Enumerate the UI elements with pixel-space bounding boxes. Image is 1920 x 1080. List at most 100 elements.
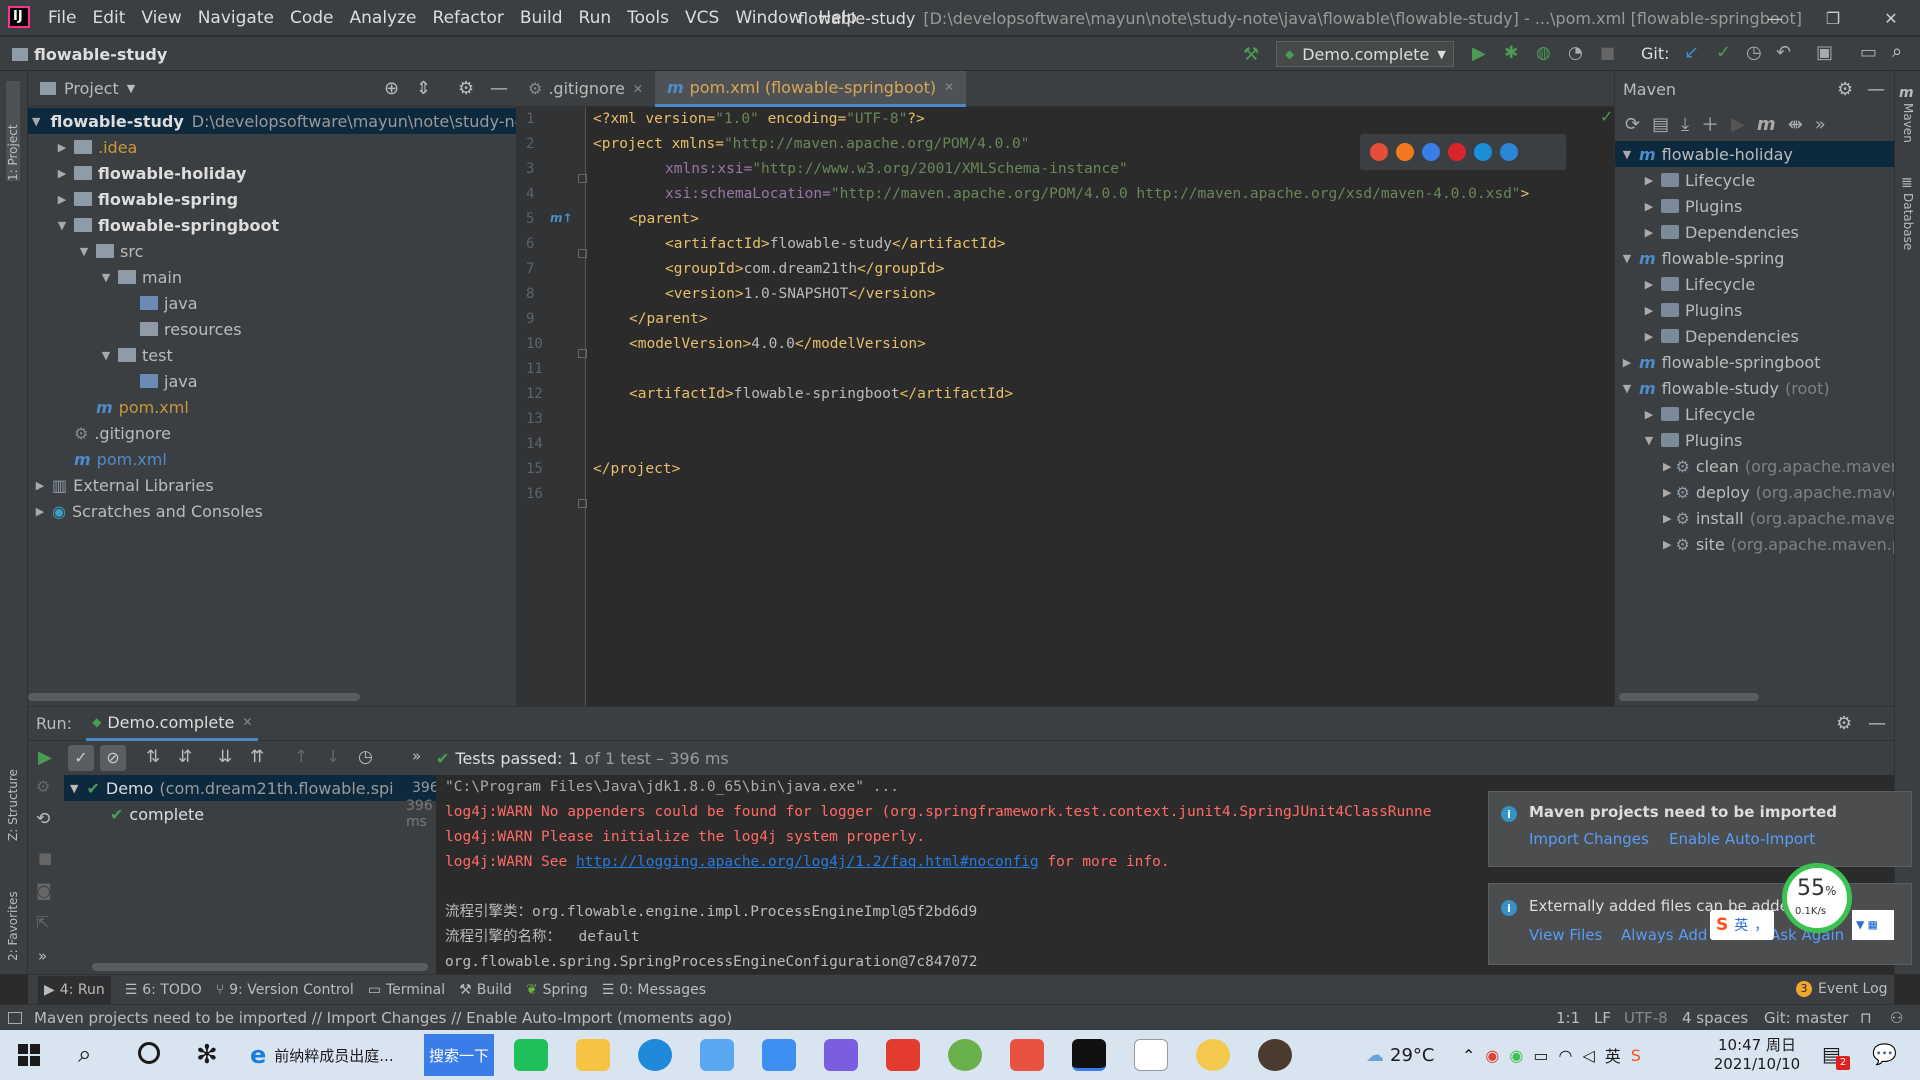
project-structure-icon[interactable]: ▣	[1816, 42, 1833, 63]
tree-item[interactable]: ▼ flowable-springboot	[28, 212, 516, 238]
expand-arrow-icon[interactable]: ▶	[1663, 538, 1671, 551]
menu-view[interactable]: View	[141, 8, 181, 28]
maven-tree-item[interactable]: ▶ ⚙ install (org.apache.maven	[1615, 505, 1906, 531]
expand-arrow-icon[interactable]: ▶	[1641, 226, 1657, 239]
git-gui-icon[interactable]	[1010, 1039, 1044, 1071]
expand-arrow-icon[interactable]: ▶	[1663, 486, 1671, 499]
export-icon[interactable]: ⇱	[36, 913, 49, 932]
show-passed-icon[interactable]: ✓	[68, 745, 94, 771]
tree-item[interactable]: java	[28, 368, 516, 394]
console-output[interactable]: "C:\Program Files\Java\jdk1.8.0_65\bin\j…	[436, 775, 1912, 975]
maven-tree-item[interactable]: ▼ Plugins	[1615, 427, 1895, 453]
expand-all-icon[interactable]: ⇊	[218, 747, 232, 767]
show-ignored-icon[interactable]: ⊘	[100, 745, 126, 771]
close-button[interactable]: ✕	[1868, 0, 1914, 36]
weather-widget[interactable]: ☁ 29°C	[1366, 1040, 1434, 1070]
maximize-button[interactable]: ❐	[1810, 0, 1856, 36]
gear-icon[interactable]: ⚙	[1836, 713, 1852, 734]
tree-item[interactable]: ▶ ◉ Scratches and Consoles	[28, 498, 516, 524]
structure-tool-button[interactable]: Z: Structure	[6, 741, 20, 841]
file-explorer-icon[interactable]	[576, 1039, 610, 1071]
line-separator[interactable]: LF	[1594, 1009, 1611, 1027]
safari-icon[interactable]	[1422, 143, 1440, 161]
intellij-taskbar-icon[interactable]	[1072, 1039, 1106, 1071]
tree-item[interactable]: ▶ flowable-spring	[28, 186, 516, 212]
menu-run[interactable]: Run	[579, 8, 612, 28]
ime-mode[interactable]: 英	[1734, 915, 1748, 935]
menu-navigate[interactable]: Navigate	[198, 8, 274, 28]
tree-item[interactable]: ▶ .idea	[28, 134, 516, 160]
favorites-tool-button[interactable]: 2: Favorites	[6, 861, 20, 961]
expand-arrow-icon[interactable]: ▶	[1641, 408, 1657, 421]
maven-tree-item[interactable]: ▶ ⚙ clean (org.apache.maven.	[1615, 453, 1906, 479]
profile-icon[interactable]: ◔	[1568, 43, 1583, 63]
sogou-tray-icon[interactable]: S	[1631, 1046, 1641, 1065]
stop-icon[interactable]: ■	[38, 849, 52, 867]
tab-gitignore[interactable]: ⚙ .gitignore ✕	[516, 71, 655, 107]
menu-build[interactable]: Build	[520, 8, 563, 28]
collapse-arrow-icon[interactable]: ▼	[32, 115, 40, 128]
caret-position[interactable]: 1:1	[1556, 1009, 1580, 1027]
tree-item[interactable]: m pom.xml	[28, 446, 516, 472]
more-icon[interactable]: »	[412, 747, 421, 765]
horizontal-scrollbar[interactable]	[92, 963, 428, 971]
menu-code[interactable]: Code	[290, 8, 334, 28]
generate-sources-icon[interactable]: ▤	[1652, 114, 1669, 135]
melon-app-icon[interactable]	[948, 1039, 982, 1071]
chrome-tray-icon[interactable]: ◉	[1485, 1046, 1499, 1065]
network-app-icon[interactable]	[700, 1039, 734, 1071]
expand-arrow-icon[interactable]: ▶	[54, 193, 70, 206]
locate-icon[interactable]: ⊕	[384, 78, 399, 99]
security-tray-icon[interactable]: ◉	[1509, 1046, 1523, 1065]
expand-arrow-icon[interactable]: ▶	[1641, 304, 1657, 317]
project-panel-title[interactable]: Project	[64, 79, 119, 98]
sogou-icon[interactable]: S	[1716, 915, 1728, 935]
maven-tree-item[interactable]: ▶ ⚙ deploy (org.apache.mave	[1615, 479, 1902, 505]
gear-icon[interactable]: ⚙	[458, 78, 474, 99]
maven-tree-item[interactable]: ▶ ⚙ site (org.apache.maven.p	[1615, 531, 1902, 557]
run-icon[interactable]: ▶	[1472, 43, 1486, 64]
database-tool-button[interactable]: Database	[1901, 193, 1915, 273]
tab-version-control[interactable]: ⑂ 9: Version Control	[216, 982, 354, 998]
tree-item[interactable]: ▼ src	[28, 238, 516, 264]
enable-auto-import-link[interactable]: Enable Auto-Import	[1669, 830, 1815, 848]
tree-item[interactable]: ▼ main	[28, 264, 516, 290]
import-changes-link[interactable]: Import Changes	[1529, 830, 1649, 848]
console-link[interactable]: http://logging.apache.org/log4j/1.2/faq.…	[576, 854, 1039, 870]
camera-icon[interactable]: ◙	[36, 881, 52, 900]
wifi-icon[interactable]: ◠	[1558, 1046, 1572, 1065]
collapse-arrow-icon[interactable]: ▼	[1641, 434, 1657, 447]
collapse-arrow-icon[interactable]: ▼	[70, 782, 78, 795]
expand-arrow-icon[interactable]: ▶	[1641, 200, 1657, 213]
collapse-arrow-icon[interactable]: ▼	[98, 349, 114, 362]
battery-icon[interactable]: ▭	[1533, 1046, 1548, 1065]
collapse-arrow-icon[interactable]: ▼	[98, 271, 114, 284]
task-view-icon[interactable]	[138, 1042, 160, 1064]
typora-icon[interactable]	[1134, 1039, 1168, 1071]
tree-item[interactable]: ▼ test	[28, 342, 516, 368]
wps-icon[interactable]	[886, 1039, 920, 1071]
maven-tree-item[interactable]: ▶ Lifecycle	[1615, 167, 1895, 193]
feishu-icon[interactable]	[762, 1039, 796, 1071]
maven-tree-item[interactable]: ▶ Dependencies	[1615, 323, 1895, 349]
test-history-icon[interactable]: ◷	[358, 747, 373, 767]
indent-setting[interactable]: 4 spaces	[1682, 1009, 1748, 1027]
maven-tree-item[interactable]: ▶ Plugins	[1615, 193, 1895, 219]
maven-tree-item[interactable]: ▶ Lifecycle	[1615, 271, 1895, 297]
maven-tree-item[interactable]: ▼ m flowable-holiday	[1615, 141, 1895, 167]
paint-app-icon[interactable]	[824, 1039, 858, 1071]
close-icon[interactable]: ✕	[944, 80, 954, 94]
ime-tray-icon[interactable]: 英	[1605, 1043, 1621, 1067]
green-browser-icon[interactable]	[514, 1039, 548, 1071]
menu-analyze[interactable]: Analyze	[350, 8, 417, 28]
maven-tree-item[interactable]: ▶ Lifecycle	[1615, 401, 1895, 427]
add-icon[interactable]: ＋	[1701, 111, 1719, 137]
maven-tool-button[interactable]: Maven	[1901, 103, 1915, 163]
git-branch[interactable]: Git: master	[1764, 1009, 1848, 1027]
tree-item[interactable]: java	[28, 290, 516, 316]
test-row-demo[interactable]: ▼ ✔ Demo (com.dream21th.flowable.spi 396…	[64, 775, 465, 801]
ie-icon[interactable]	[1474, 143, 1492, 161]
expand-arrow-icon[interactable]: ▶	[1619, 356, 1635, 369]
net-speed-widget[interactable]: 55% 0.1K/s	[1782, 863, 1852, 933]
run-icon[interactable]: ▶	[1731, 114, 1745, 135]
